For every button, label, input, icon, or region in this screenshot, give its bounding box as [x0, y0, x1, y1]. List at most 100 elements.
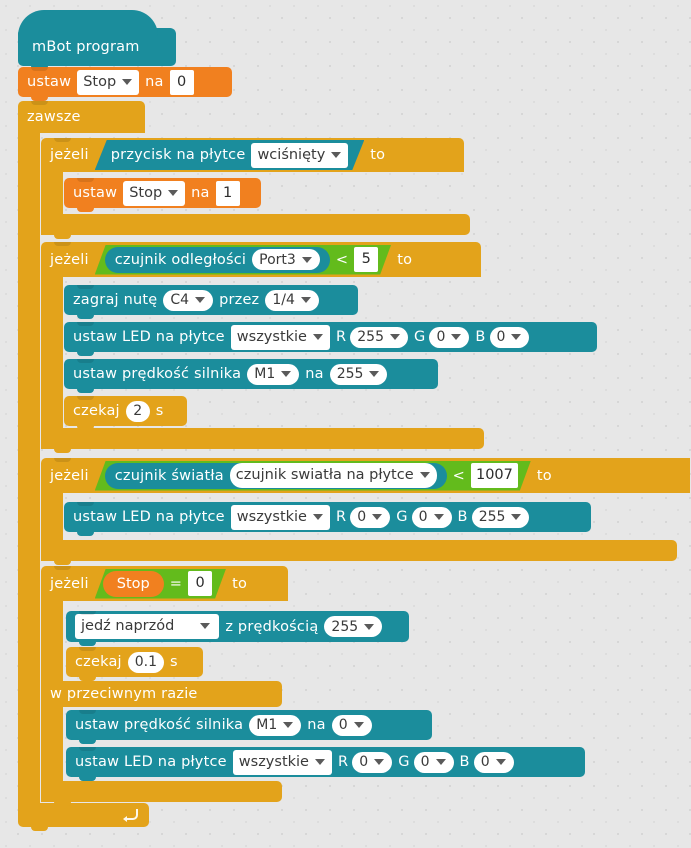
- button-sensor-predicate[interactable]: przycisk na płytce wciśnięty: [95, 140, 365, 170]
- wait-value-input[interactable]: 2: [125, 400, 150, 422]
- led-r-input[interactable]: 0: [350, 506, 391, 528]
- variable-dropdown[interactable]: Stop: [77, 69, 140, 95]
- light-source-dropdown[interactable]: czujnik swiatła na płytce: [230, 463, 437, 488]
- distance-port-dropdown[interactable]: Port3: [252, 249, 320, 270]
- play-note-block[interactable]: zagraj nutę C4 przez 1/4: [64, 285, 358, 319]
- if-block-1-header[interactable]: jeżeli przycisk na płytce wciśnięty to: [41, 138, 464, 172]
- led-r-input[interactable]: 0: [352, 751, 393, 773]
- motor-port-value: M1: [256, 717, 278, 733]
- note-dropdown[interactable]: C4: [163, 289, 214, 311]
- chevron-down-icon: [122, 78, 133, 85]
- set-label: ustaw: [27, 74, 72, 90]
- led-g-input[interactable]: 0: [429, 326, 470, 348]
- led-which-value: wszystkie: [238, 753, 309, 770]
- chevron-down-icon: [200, 623, 211, 629]
- hat-block-mbot-program[interactable]: mBot program: [18, 10, 176, 70]
- led-b-input[interactable]: 255: [471, 506, 530, 528]
- then-label: to: [397, 251, 413, 268]
- led-b-label: B: [457, 509, 468, 525]
- light-threshold-input[interactable]: 1007: [471, 463, 518, 488]
- distance-threshold-input[interactable]: 5: [354, 247, 378, 272]
- if-block-3-footer[interactable]: [41, 540, 677, 565]
- set-variable-block-init[interactable]: ustaw Stop na 0: [18, 67, 232, 101]
- forever-block-header[interactable]: zawsze: [18, 101, 145, 133]
- led-r-label: R: [337, 754, 349, 770]
- motor-port-dropdown[interactable]: M1: [249, 714, 302, 736]
- beat-value: 1/4: [272, 292, 295, 308]
- if-block-2-header[interactable]: jeżeli czujnik odległości Port3 < 5 to: [41, 242, 481, 277]
- equals-operator[interactable]: Stop = 0: [95, 569, 226, 599]
- if-block-3-header[interactable]: jeżeli czujnik światła czujnik swiatła n…: [41, 458, 690, 493]
- operator-symbol: <: [452, 467, 465, 484]
- if-else-block-footer[interactable]: [41, 781, 282, 806]
- set-label: ustaw: [73, 185, 118, 201]
- led-b-value: 0: [480, 754, 490, 770]
- less-than-operator-distance[interactable]: czujnik odległości Port3 < 5: [95, 245, 391, 275]
- led-block-off[interactable]: ustaw LED na płytce wszystkie R 0 G 0 B: [66, 747, 585, 781]
- wait-block-2s[interactable]: czekaj 2 s: [64, 396, 187, 430]
- button-state-value: wciśnięty: [257, 146, 326, 163]
- motor-speed-block-stop[interactable]: ustaw prędkość silnika M1 na 0: [66, 710, 432, 744]
- motor-port-value: M1: [254, 366, 276, 382]
- to-label: na: [191, 185, 210, 201]
- led-which-value: wszystkie: [236, 508, 307, 525]
- led-which-dropdown[interactable]: wszystkie: [230, 324, 330, 350]
- motor-label: ustaw prędkość silnika: [75, 717, 244, 733]
- led-which-dropdown[interactable]: wszystkie: [230, 504, 330, 530]
- chevron-down-icon: [374, 759, 385, 765]
- motor-port-dropdown[interactable]: M1: [247, 363, 300, 385]
- chevron-down-icon: [300, 297, 311, 303]
- block-workspace[interactable]: mBot program ustaw Stop na 0 zawsze jeże…: [0, 0, 691, 848]
- value-input[interactable]: 1: [215, 180, 240, 206]
- if-block-2-footer[interactable]: [41, 428, 484, 453]
- led-g-input[interactable]: 0: [411, 506, 452, 528]
- if-label: jeżeli: [50, 575, 89, 592]
- drive-block[interactable]: jedź naprzód z prędkością 255: [66, 611, 409, 646]
- variable-dropdown[interactable]: Stop: [123, 180, 186, 206]
- drive-direction-dropdown[interactable]: jedź naprzód: [75, 614, 220, 639]
- led-block-blue[interactable]: ustaw LED na płytce wszystkie R 0 G 0 B: [64, 502, 591, 536]
- led-which-dropdown[interactable]: wszystkie: [232, 749, 332, 775]
- chevron-down-icon: [168, 189, 179, 196]
- play-note-label: zagraj nutę: [73, 292, 158, 308]
- if-else-block-header[interactable]: jeżeli Stop = 0 to: [41, 566, 288, 601]
- chevron-down-icon: [495, 759, 506, 765]
- led-g-input[interactable]: 0: [413, 751, 454, 773]
- wait-unit-label: s: [155, 403, 164, 419]
- wait-label: czekaj: [75, 654, 122, 670]
- else-block-bar[interactable]: w przeciwnym razie: [41, 681, 282, 707]
- chevron-down-icon: [364, 623, 375, 630]
- set-variable-block-pressed[interactable]: ustaw Stop na 1: [64, 178, 261, 212]
- motor-speed-block-full[interactable]: ustaw prędkość silnika M1 na 255: [64, 359, 438, 393]
- motor-speed-input[interactable]: 255: [329, 363, 388, 385]
- value-input[interactable]: 0: [169, 69, 194, 95]
- compare-value-input[interactable]: 0: [188, 571, 212, 596]
- chevron-down-icon: [369, 371, 380, 377]
- distance-port-value: Port3: [259, 251, 296, 268]
- chevron-down-icon: [511, 514, 522, 520]
- button-state-dropdown[interactable]: wciśnięty: [251, 143, 348, 168]
- less-than-operator-light[interactable]: czujnik światła czujnik swiatła na płytc…: [95, 461, 531, 491]
- wait-value-input[interactable]: 0.1: [127, 651, 165, 673]
- led-b-input[interactable]: 0: [489, 326, 530, 348]
- chevron-down-icon: [195, 297, 206, 303]
- if-block-1-footer[interactable]: [41, 214, 470, 239]
- led-block-red[interactable]: ustaw LED na płytce wszystkie R 255 G 0 …: [64, 322, 597, 356]
- chevron-down-icon: [314, 758, 325, 765]
- wait-block-01s[interactable]: czekaj 0.1 s: [66, 647, 203, 681]
- led-r-input[interactable]: 255: [350, 326, 408, 348]
- chevron-down-icon: [435, 759, 446, 765]
- variable-reporter-stop[interactable]: Stop: [103, 571, 164, 597]
- distance-sensor-label: czujnik odległości: [114, 251, 247, 268]
- chevron-down-icon: [372, 514, 383, 520]
- led-label: ustaw LED na płytce: [73, 509, 225, 525]
- chevron-down-icon: [433, 514, 444, 520]
- led-b-input[interactable]: 0: [473, 751, 514, 773]
- chevron-down-icon: [312, 333, 323, 340]
- drive-speed-input[interactable]: 255: [324, 616, 383, 637]
- chevron-down-icon: [420, 472, 430, 478]
- motor-speed-input[interactable]: 0: [331, 714, 372, 736]
- beat-dropdown[interactable]: 1/4: [265, 289, 319, 311]
- distance-sensor-reporter[interactable]: czujnik odległości Port3: [105, 247, 330, 273]
- light-sensor-reporter[interactable]: czujnik światła czujnik swiatła na płytc…: [105, 463, 447, 489]
